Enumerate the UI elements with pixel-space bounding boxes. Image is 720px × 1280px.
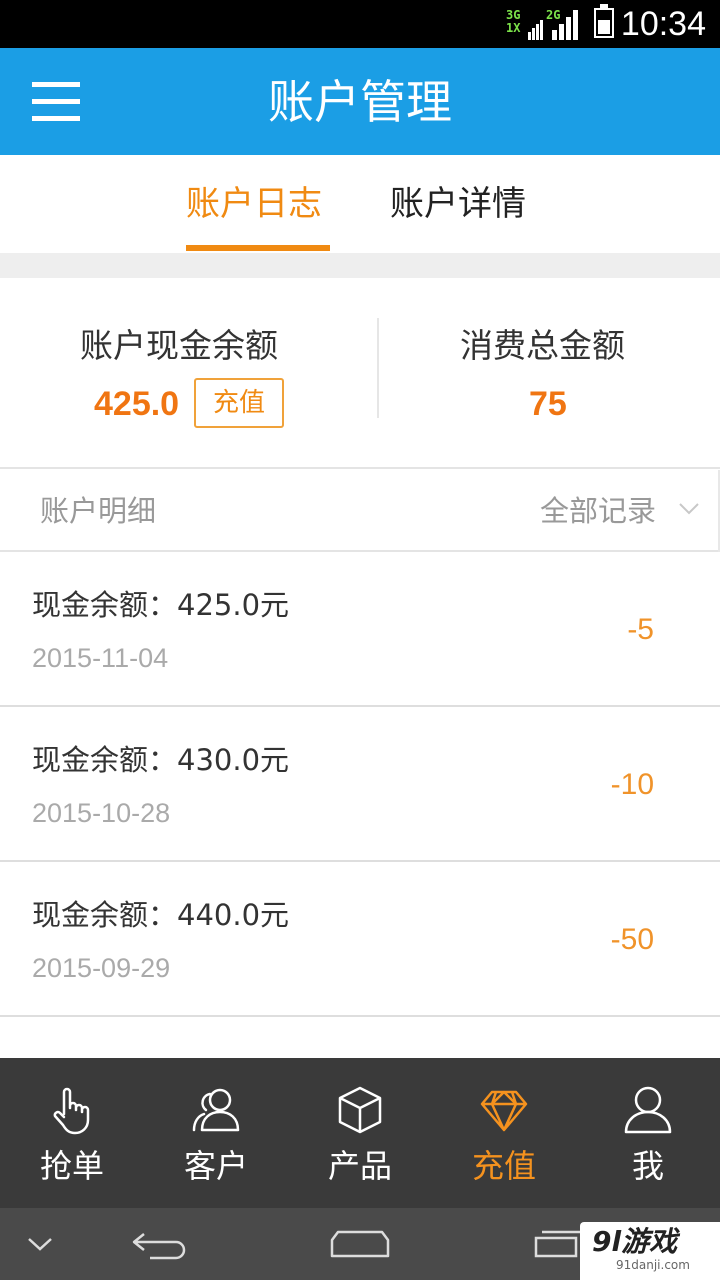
record-balance: 现金余额：425.0元	[32, 588, 290, 622]
hand-pointer-icon	[53, 1087, 90, 1135]
balance-value: 425.0	[94, 385, 180, 423]
recharge-button[interactable]: 充值	[194, 378, 284, 428]
summary-divider	[377, 318, 379, 418]
record-date: 2015-10-28	[32, 798, 171, 828]
record-amount: -10	[610, 768, 654, 801]
nav-label: 我	[631, 1147, 664, 1185]
home-icon[interactable]	[330, 1228, 390, 1260]
signal-strength-icon-2	[552, 8, 582, 40]
signal-strength-icon	[528, 8, 544, 40]
record-amount: -5	[627, 613, 654, 646]
nav-label: 抢单	[39, 1147, 104, 1185]
screen: 3G 1X 2G 10:34 账户管理 账户日志 账户详情 账户现金余额 425…	[0, 0, 720, 1280]
collapse-chevron-icon[interactable]	[26, 1234, 54, 1254]
record-filter-dropdown[interactable]: 全部记录	[540, 492, 656, 530]
status-time: 10:34	[620, 5, 706, 43]
detail-title: 账户明细	[40, 494, 157, 528]
record-date: 2015-09-29	[32, 953, 171, 983]
record-list: 现金余额：425.0元 2015-11-04 -5 现金余额：430.0元 20…	[0, 552, 720, 1017]
app-header: 账户管理	[0, 48, 720, 155]
record-balance: 现金余额：430.0元	[32, 743, 290, 777]
watermark-text: 9l游戏	[592, 1225, 678, 1258]
tab-account-log[interactable]: 账户日志	[186, 183, 322, 225]
record-balance: 现金余额：440.0元	[32, 898, 290, 932]
page-title: 账户管理	[268, 75, 452, 129]
status-bar: 3G 1X 2G 10:34	[0, 0, 720, 48]
nav-item-products[interactable]: 产品	[288, 1058, 432, 1208]
chevron-down-icon[interactable]	[678, 498, 700, 520]
nav-item-customers[interactable]: 客户	[144, 1058, 288, 1208]
nav-label: 充值	[471, 1147, 536, 1185]
network-label-3g: 3G	[506, 8, 521, 22]
tab-account-details[interactable]: 账户详情	[390, 183, 526, 225]
customers-icon	[192, 1088, 240, 1132]
tab-bar: 账户日志 账户详情	[0, 155, 720, 253]
watermark-sub: 91danji.com	[616, 1258, 690, 1272]
record-amount: -50	[610, 923, 654, 956]
nav-item-me[interactable]: 我	[576, 1058, 720, 1208]
spent-value: 75	[529, 385, 567, 423]
list-item[interactable]: 现金余额：440.0元 2015-09-29 -50	[0, 862, 720, 1017]
spent-label: 消费总金额	[460, 326, 625, 365]
user-icon	[624, 1086, 672, 1134]
diamond-icon	[480, 1090, 528, 1132]
list-item[interactable]: 现金余额：430.0元 2015-10-28 -10	[0, 707, 720, 862]
bottom-navigation: 抢单 客户 产品 充值 我	[0, 1058, 720, 1208]
nav-item-grab-order[interactable]: 抢单	[0, 1058, 144, 1208]
network-indicator: 3G 1X	[506, 9, 520, 35]
battery-icon	[594, 4, 614, 38]
recent-apps-icon[interactable]	[530, 1228, 580, 1260]
nav-item-recharge[interactable]: 充值	[432, 1058, 576, 1208]
active-tab-indicator	[186, 245, 330, 251]
watermark-logo: 9l游戏 91danji.com	[580, 1222, 720, 1280]
cube-icon	[338, 1086, 382, 1134]
balance-label: 账户现金余额	[80, 326, 278, 365]
back-icon[interactable]	[130, 1226, 190, 1262]
section-divider	[0, 253, 720, 278]
record-date: 2015-11-04	[32, 643, 169, 673]
network-label-1x: 1X	[506, 21, 521, 35]
list-item[interactable]: 现金余额：425.0元 2015-11-04 -5	[0, 552, 720, 707]
account-summary: 账户现金余额 425.0 充值 消费总金额 75	[0, 278, 720, 469]
nav-label: 客户	[183, 1147, 248, 1185]
nav-label: 产品	[327, 1147, 392, 1185]
detail-header: 账户明细 全部记录	[0, 470, 720, 552]
